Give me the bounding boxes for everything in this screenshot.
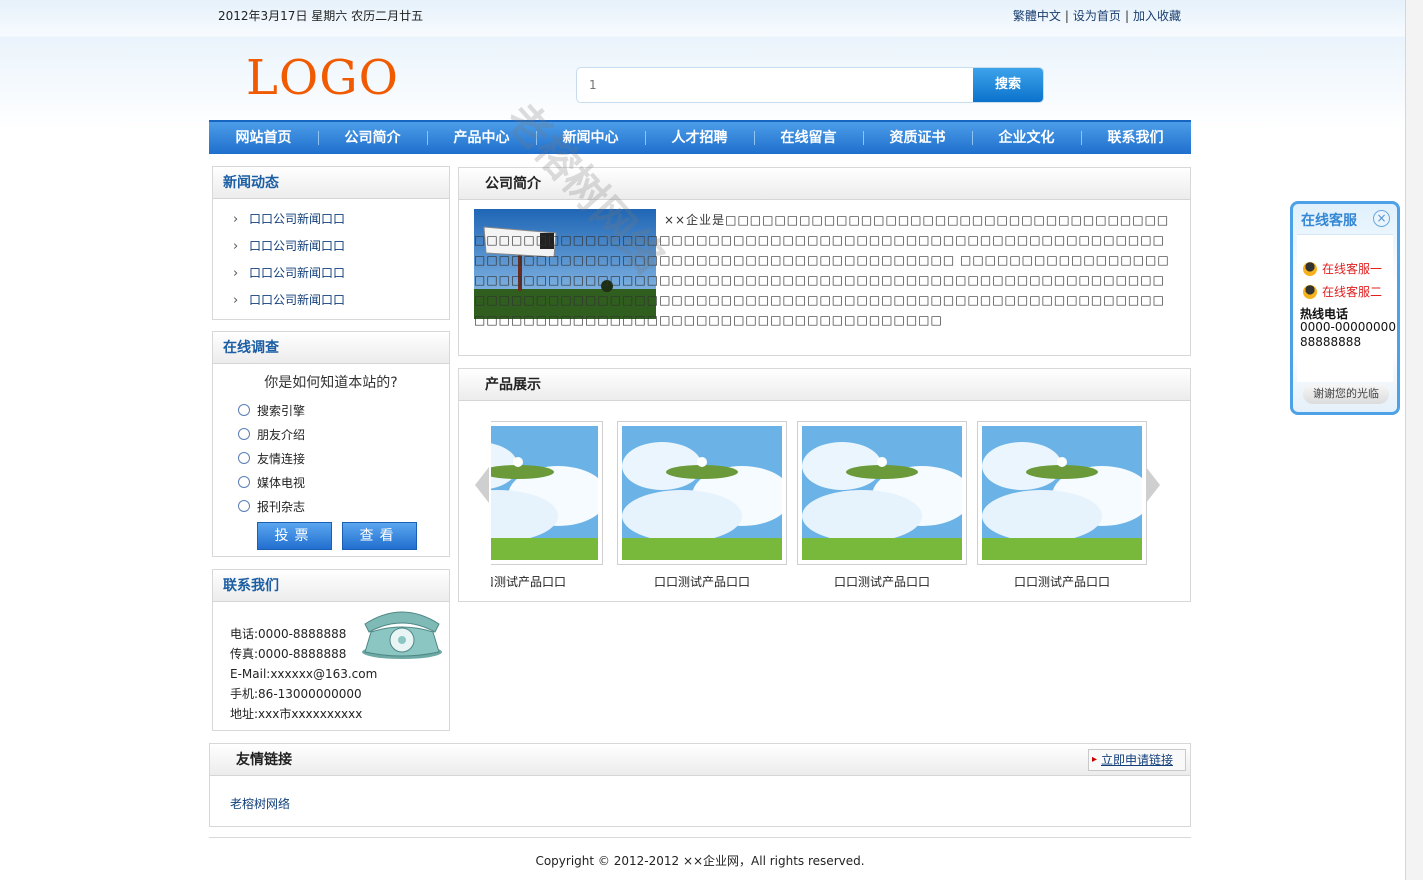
vote-button[interactable]: 投票 [257,522,332,550]
product-carousel: 口口测试产品口口 口口测试产品口口 口口测试产品口口 口口测试产品口口 [491,369,1171,599]
product-card[interactable]: 口口测试产品口口 [797,421,972,590]
radio-button[interactable] [238,500,250,512]
nav-item-certificates[interactable]: 资质证书 [863,122,972,154]
telephone-icon [362,611,442,659]
news-item[interactable]: 口口公司新闻口口 [213,206,449,233]
qq-icon [1303,261,1317,276]
qq-icon [1303,284,1317,299]
product-card[interactable]: 口口测试产品口口 [617,421,792,590]
service-agent-label: 在线客服一 [1322,262,1383,276]
product-caption[interactable]: 口口测试产品口口 [617,573,787,590]
close-icon[interactable]: × [1373,210,1390,227]
survey-option[interactable]: 朋友介绍 [213,422,449,446]
nav-item-news[interactable]: 新闻中心 [536,122,645,154]
nav-item-about[interactable]: 公司简介 [318,122,427,154]
copyright-text: Copyright © 2012-2012 ××企业网，All rights r… [535,854,865,868]
view-results-button[interactable]: 查看 [342,522,417,550]
product-image [797,421,972,565]
service-agent-link[interactable]: 在线客服一 [1303,260,1382,277]
survey-panel: 在线调查 你是如何知道本站的? 搜索引擎 朋友介绍 友情连接 媒体电视 报刊杂志… [212,331,450,557]
news-panel: 新闻动态 口口公司新闻口口 口口公司新闻口口 口口公司新闻口口 口口公司新闻口口 [212,166,450,320]
top-links: 繁體中文 | 设为首页 | 加入收藏 [1012,9,1181,23]
contact-email: E-Mail:xxxxxx@163.com [230,667,378,681]
set-homepage-link[interactable]: 设为首页 [1073,9,1121,23]
contact-panel-title: 联系我们 [213,570,449,602]
nav-item-guestbook[interactable]: 在线留言 [754,122,863,154]
intro-text: ××企业是□□□□□□□□□□□□□□□□□□□□□□□□□□□□□□□□□□□… [474,213,1170,327]
footer-divider [209,837,1191,838]
survey-option[interactable]: 报刊杂志 [213,494,449,518]
friend-link[interactable]: 老榕树网络 [230,795,290,812]
survey-option-label: 搜索引擎 [257,403,306,418]
product-image [977,421,1152,565]
product-card[interactable]: 口口测试产品口口 [491,421,608,590]
hotline-number-1: 0000-00000000 [1300,320,1396,334]
vertical-scrollbar[interactable] [1405,0,1423,880]
contact-panel: 联系我们 电话:0000-8888888 传真:0000-8888888 E-M… [212,569,450,731]
service-agent-label: 在线客服二 [1322,285,1383,299]
radio-button[interactable] [238,452,250,464]
news-panel-title: 新闻动态 [213,167,449,199]
online-service-title: 在线客服 [1301,213,1357,229]
product-image [617,421,792,565]
news-item[interactable]: 口口公司新闻口口 [213,287,449,314]
radio-button[interactable] [238,404,250,416]
nav-item-culture[interactable]: 企业文化 [972,122,1081,154]
hotline-number-2: 88888888 [1300,335,1362,349]
survey-option[interactable]: 友情连接 [213,446,449,470]
carousel-prev-arrow[interactable] [475,467,489,503]
friend-links-panel: 友情链接 立即申请链接 老榕树网络 [209,743,1191,827]
add-favorite-link[interactable]: 加入收藏 [1133,9,1181,23]
hotline-number: 0000-00000000 88888888 [1300,320,1400,350]
site-logo[interactable]: LOGO [246,48,399,108]
product-caption[interactable]: 口口测试产品口口 [977,573,1147,590]
date-text: 2012年3月17日 星期六 农历二月廿五 [218,9,424,23]
product-caption[interactable]: 口口测试产品口口 [491,573,603,590]
survey-option[interactable]: 媒体电视 [213,470,449,494]
nav-item-contact[interactable]: 联系我们 [1081,122,1190,154]
top-bar: 2012年3月17日 星期六 农历二月廿五 繁體中文 | 设为首页 | 加入收藏 [209,0,1191,34]
survey-option[interactable]: 搜索引擎 [213,398,449,422]
survey-question: 你是如何知道本站的? [264,375,398,391]
radio-button[interactable] [238,476,250,488]
search-box: 搜索 [576,67,1044,103]
product-caption[interactable]: 口口测试产品口口 [797,573,967,590]
search-button[interactable]: 搜索 [973,68,1043,102]
search-input[interactable] [581,71,971,99]
nav-item-products[interactable]: 产品中心 [427,122,536,154]
products-panel: 产品展示 口口测试产品口口 口口测试产品口口 口口测试产品口口 [458,368,1191,602]
product-card[interactable]: 口口测试产品口口 [977,421,1152,590]
survey-panel-title: 在线调查 [213,332,449,364]
online-service-panel: 在线客服 × 在线客服一 在线客服二 热线电话 0000-00000000 888… [1290,201,1400,415]
product-image [491,421,608,565]
survey-option-label: 友情连接 [257,451,306,466]
survey-option-label: 媒体电视 [257,475,306,490]
radio-button[interactable] [238,428,250,440]
nav-item-jobs[interactable]: 人才招聘 [645,122,754,154]
survey-option-label: 朋友介绍 [257,427,306,442]
thanks-button[interactable]: 谢谢您的光临 [1303,384,1389,404]
intro-panel: 公司简介 ××企业是□□□□□□□□□□□□□□□□□□□□□□□□□□□□□□… [458,167,1191,356]
survey-option-label: 报刊杂志 [257,499,306,514]
apply-link-button[interactable]: 立即申请链接 [1088,749,1186,771]
contact-address: 地址:xxx市xxxxxxxxxx [230,707,363,721]
news-item[interactable]: 口口公司新闻口口 [213,233,449,260]
contact-mobile: 手机:86-13000000000 [230,687,362,701]
service-agent-link[interactable]: 在线客服二 [1303,283,1382,300]
nav-item-home[interactable]: 网站首页 [209,122,318,154]
intro-panel-title: 公司简介 [459,168,1190,200]
friend-links-title: 友情链接 [210,744,1190,776]
main-nav: 网站首页 公司简介 产品中心 新闻中心 人才招聘 在线留言 资质证书 企业文化 … [209,120,1191,154]
news-item[interactable]: 口口公司新闻口口 [213,260,449,287]
traditional-chinese-link[interactable]: 繁體中文 [1013,9,1061,23]
